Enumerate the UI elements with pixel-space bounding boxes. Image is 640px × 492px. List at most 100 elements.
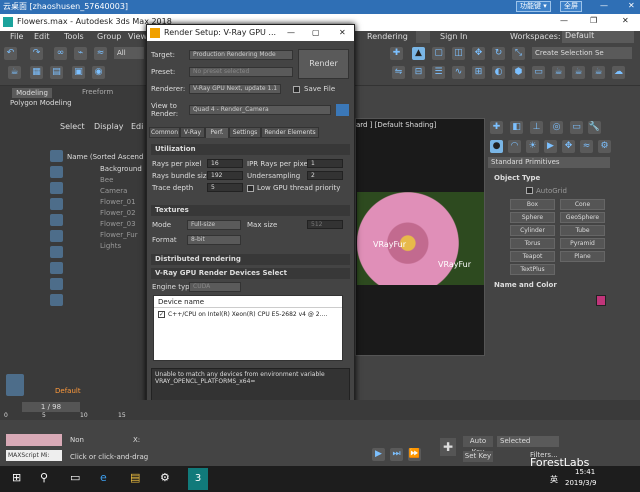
lights-icon[interactable]: ☀ — [526, 140, 539, 153]
teapot-button[interactable]: Teapot — [510, 251, 555, 262]
app-minimize-icon[interactable]: — — [560, 16, 568, 25]
lock-icon[interactable] — [336, 104, 349, 116]
tab-modeling[interactable]: Modeling — [12, 88, 52, 98]
select-region-icon[interactable]: ▢ — [432, 47, 445, 60]
dialog-close-icon[interactable]: ✕ — [339, 28, 346, 37]
maxscript-input[interactable]: MAXScript Mi: — [6, 450, 62, 461]
utilities-tab-icon[interactable]: 🔧 — [588, 121, 601, 134]
tab-render-elements[interactable]: Render Elements — [261, 127, 319, 138]
filter-icon[interactable] — [50, 182, 63, 194]
distributed-rollout[interactable]: Distributed rendering — [151, 254, 350, 265]
next-frame-icon[interactable]: ⏭ — [390, 448, 403, 461]
selection-filter-select[interactable]: All — [114, 47, 144, 59]
devices-rollout[interactable]: V-Ray GPU Render Devices Select — [151, 268, 350, 279]
workspace-select[interactable]: Default — [562, 31, 634, 43]
list-item[interactable]: Flower_Fur — [68, 230, 148, 241]
settings-icon[interactable]: ⚙ — [160, 471, 170, 484]
scene-menu-edit[interactable]: Edi — [131, 122, 143, 131]
target-select[interactable]: Production Rendering Mode — [189, 50, 293, 60]
menu-file[interactable]: File — [10, 32, 23, 41]
tab-freeform[interactable]: Freeform — [82, 88, 113, 96]
file-explorer-icon[interactable]: ▤ — [130, 471, 140, 484]
device-name[interactable]: C++/CPU on Intel(R) Xeon(R) CPU E5-2682 … — [168, 311, 327, 318]
list-item[interactable]: Flower_03 — [68, 219, 148, 230]
scale-icon[interactable]: ⤡ — [512, 47, 525, 60]
list-item[interactable]: Flower_01 — [68, 197, 148, 208]
link-icon[interactable]: ∞ — [54, 47, 67, 60]
filter-icon[interactable] — [50, 278, 63, 290]
spacewarps-icon[interactable]: ≈ — [580, 140, 593, 153]
textures-rollout[interactable]: Textures — [151, 205, 350, 216]
list-item[interactable]: Bee — [68, 175, 148, 186]
render-production-icon[interactable]: ☕ — [552, 66, 565, 79]
render-frame-icon[interactable]: ▣ — [72, 66, 85, 79]
unlink-icon[interactable]: ⌁ — [74, 47, 87, 60]
curve-editor-icon[interactable]: ∿ — [452, 66, 465, 79]
save-file-checkbox[interactable] — [293, 86, 300, 93]
tab-perf[interactable]: Perf. — [205, 127, 229, 138]
render-shortcut-icon[interactable]: ⬢ — [512, 66, 525, 79]
dialog-minimize-icon[interactable]: — — [287, 28, 295, 37]
geometry-icon[interactable]: ● — [490, 140, 503, 153]
set-key-button[interactable]: Set Key — [463, 451, 493, 462]
windows-start-icon[interactable]: ⊞ — [12, 471, 21, 484]
rays-bundle-spinner[interactable]: 192 — [207, 171, 243, 180]
low-gpu-checkbox[interactable] — [247, 185, 254, 192]
render-cloud-icon[interactable]: ☁ — [612, 66, 625, 79]
object-color-swatch[interactable] — [596, 295, 606, 306]
rotate-icon[interactable]: ↻ — [492, 47, 505, 60]
align-icon[interactable]: ⊟ — [412, 66, 425, 79]
list-item[interactable]: Camera — [68, 186, 148, 197]
primitive-type-select[interactable]: Standard Primitives — [488, 157, 610, 168]
edge-icon[interactable]: e — [100, 471, 107, 484]
renderer-select[interactable]: V-Ray GPU Next, update 1.1 — [189, 84, 281, 94]
schematic-icon[interactable]: ⊞ — [472, 66, 485, 79]
name-color-rollout[interactable]: Name and Color — [494, 281, 557, 289]
task-view-icon[interactable]: ▭ — [70, 471, 80, 484]
fullscreen-button[interactable]: 全屏 — [560, 1, 582, 12]
create-tab-icon[interactable]: ✚ — [490, 121, 503, 134]
view-to-render-select[interactable]: Quad 4 - Render_Camera — [189, 105, 331, 115]
mirror-icon[interactable]: ⇋ — [392, 66, 405, 79]
undo-icon[interactable]: ↶ — [4, 47, 17, 60]
menu-group[interactable]: Group — [97, 32, 121, 41]
render-iterative-icon[interactable]: ☕ — [572, 66, 585, 79]
filter-icon[interactable] — [50, 150, 63, 162]
undersampling-spinner[interactable]: 2 — [307, 171, 343, 180]
ribbon-polygon-modeling[interactable]: Polygon Modeling — [10, 99, 72, 107]
filter-icon[interactable] — [50, 198, 63, 210]
snap-toggle-icon[interactable]: ✚ — [390, 47, 403, 60]
named-selection-select[interactable]: Create Selection Se — [532, 47, 632, 59]
app-maximize-icon[interactable]: ❐ — [590, 16, 597, 25]
key-filter-select[interactable]: Selected — [497, 436, 559, 447]
search-icon[interactable]: ⚲ — [40, 471, 48, 484]
systems-icon[interactable]: ⚙ — [598, 140, 611, 153]
3dsmax-taskbar-icon[interactable]: 3 — [188, 468, 208, 490]
display-tab-icon[interactable]: ▭ — [570, 121, 583, 134]
menu-edit[interactable]: Edit — [34, 32, 50, 41]
redo-icon[interactable]: ↷ — [30, 47, 43, 60]
render-setup-icon[interactable]: ▤ — [50, 66, 63, 79]
render-button[interactable]: Render — [298, 49, 349, 79]
list-item[interactable]: Lights — [68, 241, 148, 252]
window-crossing-icon[interactable]: ◫ — [452, 47, 465, 60]
add-time-tag-icon[interactable]: ✚ — [440, 438, 456, 456]
menu-tools[interactable]: Tools — [64, 32, 84, 41]
torus-button[interactable]: Torus — [510, 238, 555, 249]
autogrid-checkbox[interactable] — [526, 187, 533, 194]
scene-column-header[interactable]: Name (Sorted Ascend — [67, 153, 143, 161]
viewport-label[interactable]: ard ] [Default Shading] — [356, 121, 436, 129]
render-activeshade-icon[interactable]: ☕ — [592, 66, 605, 79]
max-size-spinner[interactable]: 512 — [307, 220, 343, 229]
material-icon[interactable]: ◐ — [492, 66, 505, 79]
layers-icon[interactable]: ☰ — [432, 66, 445, 79]
device-checkbox[interactable]: ✓ — [158, 311, 165, 318]
scene-explorer-icon[interactable] — [6, 374, 24, 396]
ipr-rays-spinner[interactable]: 1 — [307, 159, 343, 168]
minimize-icon[interactable]: — — [600, 1, 608, 10]
hierarchy-tab-icon[interactable]: ⊥ — [530, 121, 543, 134]
object-type-rollout[interactable]: Object Type — [494, 174, 540, 182]
tab-settings[interactable]: Settings — [229, 127, 261, 138]
material-editor-icon[interactable]: ▦ — [30, 66, 43, 79]
motion-tab-icon[interactable]: ◎ — [550, 121, 563, 134]
